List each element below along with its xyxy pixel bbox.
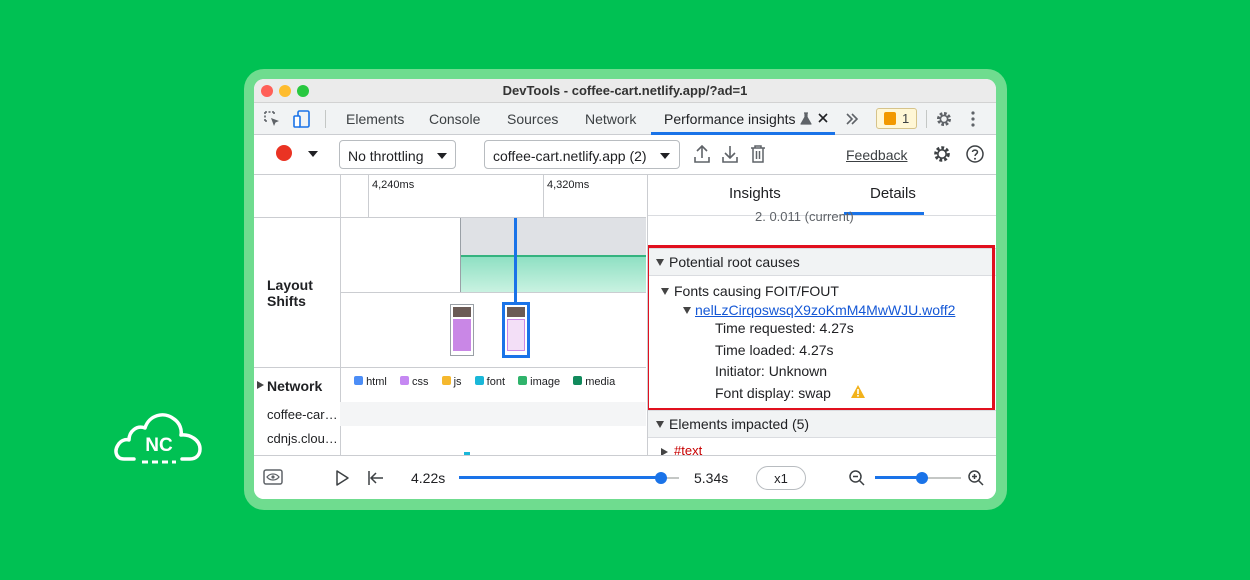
preview-eye-icon[interactable] [263,468,283,488]
collapse-triangle-icon [656,421,664,428]
issues-count: 1 [902,111,910,126]
expand-triangle-icon[interactable] [661,448,668,455]
title-bar: DevTools - coffee-cart.netlify.app/?ad=1 [254,79,996,103]
legend-swatch-html [354,376,363,385]
legend-label: media [585,376,616,388]
more-tabs-chevron-icon[interactable] [844,111,862,129]
details-pane: Insights Details 2. 0.011 (current) Pote… [647,175,996,455]
elements-impacted-title: Elements impacted (5) [669,416,810,432]
tab-sources[interactable]: Sources [507,111,558,127]
playback-end-time: 5.34s [694,470,729,486]
cluster-boundary [460,218,461,292]
network-legend: html css js font image media [354,376,615,388]
track-divider [340,292,646,293]
legend-label: html [366,376,387,388]
issues-counter-button[interactable]: 1 [876,108,917,129]
help-icon[interactable] [965,144,984,163]
playback-start-time: 4.22s [411,470,446,486]
cls-score-line: 2. 0.011 (current) [755,209,854,224]
tab-elements[interactable]: Elements [346,111,404,127]
thumbnail-image [453,307,471,317]
tab-separator [926,110,927,128]
network-row-label[interactable]: coffee-car… [267,407,338,422]
legend-label: image [530,376,561,388]
issue-flag-icon [884,112,896,125]
settings-gear-icon[interactable] [935,110,953,128]
performance-toolbar: No throttling coffee-cart.netlify.app (2… [254,135,996,175]
time-tick-label: 4,240ms [372,179,415,191]
inspect-element-icon[interactable] [263,110,281,128]
layout-shift-thumbnail-selected[interactable] [502,302,530,358]
playback-scrubber[interactable] [459,472,679,484]
play-icon[interactable] [334,469,352,487]
throttling-value: No throttling [348,148,424,164]
jump-to-start-icon[interactable] [367,469,385,487]
network-row-label[interactable]: cdnjs.clou… [267,431,338,446]
delete-trash-icon[interactable] [750,144,768,163]
tick-line [368,175,369,217]
devtools-window: DevTools - coffee-cart.netlify.app/?ad=1… [254,79,996,499]
legend-label: font [486,376,506,388]
legend-swatch-font [474,376,484,385]
playback-bar: 4.22s 5.34s x1 [254,455,996,499]
playback-speed-button[interactable]: x1 [756,466,806,490]
network-row-bg [340,402,646,426]
timeline-pane: 4,240ms 4,320ms Layout Shifts Network ht… [254,175,646,455]
tab-performance-insights[interactable]: Performance insights [664,111,796,127]
tab-details[interactable]: Details [870,185,916,202]
legend-swatch-image [518,376,528,385]
elements-impacted-header[interactable]: Elements impacted (5) [648,410,996,438]
device-toolbar-icon[interactable] [293,110,311,128]
logo-text: NC [145,435,173,456]
thumbnail-content [453,319,471,351]
layout-shift-cluster[interactable] [461,218,646,255]
zoom-in-icon[interactable] [967,469,985,487]
text-node[interactable]: #text [674,443,702,455]
time-tick-label: 4,320ms [547,179,590,191]
thumbnail-content [507,319,525,351]
tick-line [543,175,544,217]
record-options-chevron-down-icon[interactable] [308,151,318,157]
layout-shift-thumbnail[interactable] [450,304,474,356]
thumbnail-image [507,307,525,317]
tab-separator [325,110,326,128]
capture-settings-gear-icon[interactable] [932,144,950,162]
legend-label: js [453,376,462,388]
more-options-kebab-icon[interactable] [969,110,987,128]
legend-swatch-media [573,376,583,385]
legend-swatch-css [399,376,409,385]
window-title: DevTools - coffee-cart.netlify.app/?ad=1 [502,83,748,98]
zoom-handle[interactable] [916,472,929,484]
tab-console[interactable]: Console [429,111,480,127]
throttling-select[interactable]: No throttling [339,140,456,169]
chevron-down-icon [437,153,447,159]
chevron-down-icon [660,153,670,159]
devtools-tab-bar: Elements Console Sources Network Perform… [254,103,996,135]
experiment-flask-icon [800,112,812,126]
zoom-fill [875,476,923,479]
recording-select[interactable]: coffee-cart.netlify.app (2) [484,140,680,169]
tab-insights[interactable]: Insights [729,185,781,202]
close-tab-icon[interactable] [817,111,829,125]
feedback-link[interactable]: Feedback [846,147,907,163]
download-icon[interactable] [721,144,739,163]
layout-shift-score-area[interactable] [461,255,646,292]
root-causes-highlight-box [648,245,995,411]
network-expand-icon[interactable] [257,381,264,389]
scrubber-handle[interactable] [655,472,668,484]
zoom-slider[interactable] [875,472,961,484]
legend-label: css [411,376,429,388]
zoom-out-icon[interactable] [848,469,866,487]
track-divider [254,367,646,368]
upload-icon[interactable] [693,144,711,163]
legend-swatch-js [441,376,451,385]
layout-shifts-track-label: Layout Shifts [267,277,313,309]
network-track-label: Network [267,378,323,394]
nc-cloud-logo: NC [112,405,206,467]
tab-network[interactable]: Network [585,111,636,127]
record-button[interactable] [276,145,292,161]
recording-value: coffee-cart.netlify.app (2) [493,148,647,164]
scrubber-fill [459,476,662,479]
